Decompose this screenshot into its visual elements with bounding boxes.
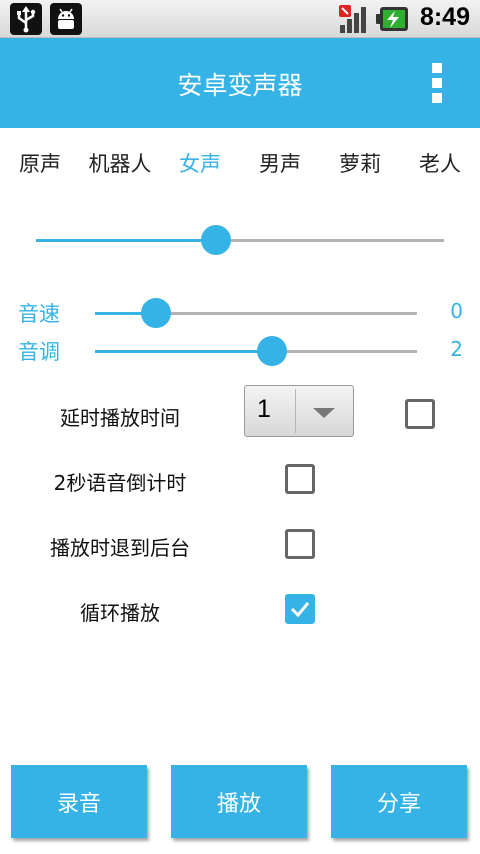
tab-robot[interactable]: 机器人 [89, 148, 152, 178]
checkmark-icon [290, 602, 310, 618]
pitch-slider[interactable] [95, 336, 417, 366]
loop-play-label: 循环播放 [80, 601, 160, 625]
main-slider-fill [36, 239, 216, 242]
pitch-slider-thumb[interactable] [257, 336, 287, 366]
share-button[interactable]: 分享 [331, 765, 467, 838]
background-play-label: 播放时退到后台 [50, 536, 190, 560]
record-button[interactable]: 录音 [11, 765, 147, 838]
status-bar: 8:49 [0, 0, 480, 38]
usb-icon [10, 3, 42, 35]
battery-charging-icon [376, 6, 410, 32]
delay-time-value: 1 [257, 395, 271, 423]
app-title: 安卓变声器 [177, 71, 303, 100]
signal-icon [338, 3, 370, 35]
speed-label: 音速 [18, 302, 60, 326]
voice-tabs: 原声 机器人 女声 男声 萝莉 老人 [0, 148, 480, 182]
delay-time-spinner[interactable]: 1 [244, 385, 354, 437]
pitch-slider-fill [95, 350, 272, 353]
loop-play-checkbox[interactable] [285, 594, 315, 624]
background-play-checkbox[interactable] [285, 529, 315, 559]
tab-elder[interactable]: 老人 [419, 148, 461, 178]
countdown-label: 2秒语音倒计时 [53, 471, 187, 495]
tab-female[interactable]: 女声 [179, 148, 221, 178]
chevron-down-icon [313, 408, 335, 418]
play-button[interactable]: 播放 [171, 765, 307, 838]
pitch-value: 2 [450, 337, 463, 361]
tab-original[interactable]: 原声 [19, 148, 61, 178]
pitch-label: 音调 [18, 340, 60, 364]
overflow-menu-icon[interactable] [430, 63, 444, 103]
delay-play-checkbox[interactable] [405, 399, 435, 429]
delay-play-label: 延时播放时间 [60, 406, 180, 430]
status-time: 8:49 [419, 3, 470, 31]
action-bar: 安卓变声器 [0, 38, 480, 128]
countdown-checkbox[interactable] [285, 464, 315, 494]
speed-slider[interactable] [95, 298, 417, 328]
main-slider-thumb[interactable] [201, 225, 231, 255]
tab-loli[interactable]: 萝莉 [339, 148, 381, 178]
tab-male[interactable]: 男声 [259, 148, 301, 178]
main-slider[interactable] [36, 225, 444, 255]
spinner-divider [295, 389, 296, 433]
speed-value: 0 [450, 299, 463, 323]
speed-slider-thumb[interactable] [141, 298, 171, 328]
android-debug-icon [50, 3, 82, 35]
